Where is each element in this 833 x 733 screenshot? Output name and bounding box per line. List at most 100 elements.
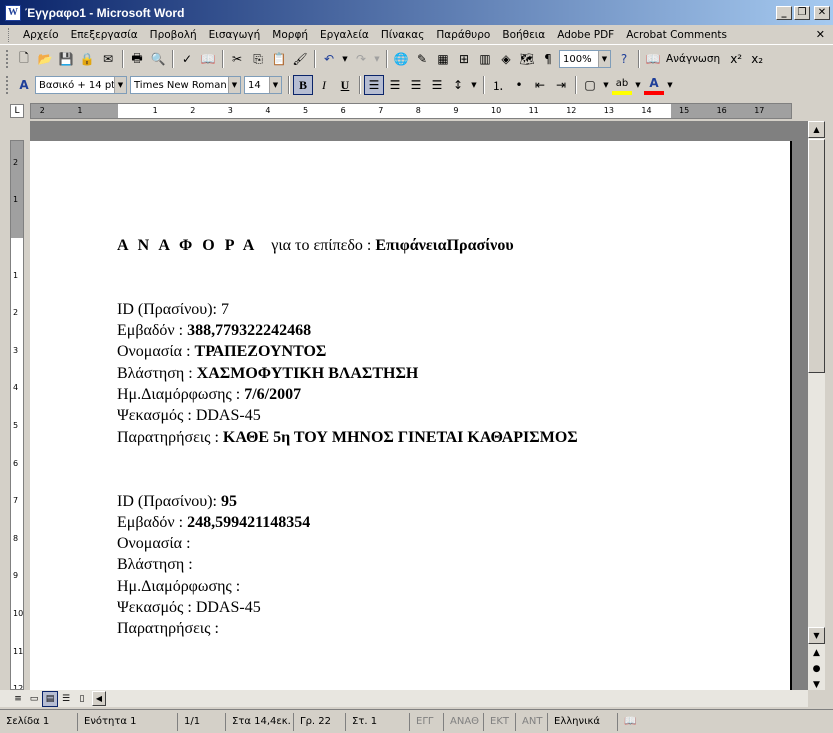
border-dropdown-icon[interactable]: ▼: [601, 75, 611, 95]
line-spacing-icon[interactable]: ↕: [448, 75, 468, 95]
word-app-icon[interactable]: W: [5, 4, 21, 21]
undo-dropdown-icon[interactable]: ▼: [340, 49, 350, 69]
increase-indent-icon[interactable]: ⇥: [551, 75, 571, 95]
horizontal-scrollbar[interactable]: ≡ ▭ ▤ ☰ ▯ ◀: [0, 690, 808, 707]
undo-icon[interactable]: ↶: [319, 49, 339, 69]
tab-selector[interactable]: L: [10, 104, 24, 118]
font-color-icon[interactable]: A: [644, 75, 664, 95]
chevron-down-icon[interactable]: ▼: [598, 51, 610, 67]
scroll-up-icon[interactable]: ▲: [808, 121, 825, 138]
menu-file[interactable]: Αρχείο: [17, 29, 65, 41]
doc-close-icon[interactable]: ✕: [816, 28, 825, 41]
insert-table-icon[interactable]: ▦: [433, 49, 453, 69]
vertical-ruler[interactable]: 2 1 1 2 3 4 5 6 7 8 9 10 11 12: [10, 140, 24, 690]
tables-borders-icon[interactable]: ✎: [412, 49, 432, 69]
status-ext[interactable]: ΕΚΤ: [484, 712, 516, 731]
read-icon[interactable]: 📖: [643, 49, 663, 69]
hyperlink-icon[interactable]: 🌐: [391, 49, 411, 69]
scroll-thumb[interactable]: [808, 139, 825, 373]
previous-page-icon[interactable]: ▲: [808, 645, 825, 661]
menu-tools[interactable]: Εργαλεία: [314, 29, 375, 41]
browse-object-icon[interactable]: ●: [808, 661, 825, 677]
normal-view-icon[interactable]: ≡: [10, 691, 26, 707]
toolbar-grip[interactable]: [6, 50, 10, 68]
print-icon[interactable]: 🖶: [127, 49, 147, 69]
border-icon[interactable]: ▢: [580, 75, 600, 95]
copy-icon[interactable]: ⎘: [248, 49, 268, 69]
spelling-icon[interactable]: ✓: [177, 49, 197, 69]
chevron-down-icon[interactable]: ▼: [269, 77, 281, 93]
bold-button[interactable]: B: [293, 75, 313, 95]
open-folder-icon[interactable]: 📂: [35, 49, 55, 69]
underline-button[interactable]: U: [335, 75, 355, 95]
drawing-icon[interactable]: ◈: [496, 49, 516, 69]
new-document-icon[interactable]: 🗋: [14, 49, 34, 69]
status-rec[interactable]: ΕΓΓ: [410, 712, 444, 731]
outline-view-icon[interactable]: ☰: [58, 691, 74, 707]
minimize-button[interactable]: _: [776, 5, 792, 20]
next-page-icon[interactable]: ▼: [808, 677, 825, 693]
insert-excel-icon[interactable]: ⊞: [454, 49, 474, 69]
superscript-icon[interactable]: x²: [726, 49, 746, 69]
close-button[interactable]: ✕: [814, 5, 830, 20]
web-layout-icon[interactable]: ▭: [26, 691, 42, 707]
document-page[interactable]: Α Ν Α Φ Ο Ρ Α για το επίπεδο : Επιφάνεια…: [30, 141, 792, 690]
menu-acrobat-comments[interactable]: Acrobat Comments: [620, 29, 733, 41]
menu-view[interactable]: Προβολή: [144, 29, 203, 41]
document-map-icon[interactable]: 🗺: [517, 49, 537, 69]
menu-grip[interactable]: [8, 27, 11, 42]
align-right-icon[interactable]: ☰: [406, 75, 426, 95]
italic-button[interactable]: I: [314, 75, 334, 95]
numbering-icon[interactable]: ⒈: [488, 75, 508, 95]
style-combo[interactable]: Βασικό + 14 pt, ▼: [35, 76, 127, 94]
menu-adobe-pdf[interactable]: Adobe PDF: [551, 29, 620, 41]
email-icon[interactable]: ✉: [98, 49, 118, 69]
columns-icon[interactable]: ▥: [475, 49, 495, 69]
line-spacing-dropdown-icon[interactable]: ▼: [469, 75, 479, 95]
show-hide-icon[interactable]: ¶: [538, 49, 558, 69]
font-combo[interactable]: Times New Roman ▼: [130, 76, 241, 94]
menu-table[interactable]: Πίνακας: [375, 29, 431, 41]
styles-formatting-icon[interactable]: A: [14, 75, 34, 95]
font-size-combo[interactable]: 14 ▼: [244, 76, 282, 94]
highlight-dropdown-icon[interactable]: ▼: [633, 75, 643, 95]
chevron-down-icon[interactable]: ▼: [228, 77, 240, 93]
font-color-dropdown-icon[interactable]: ▼: [665, 75, 675, 95]
menu-window[interactable]: Παράθυρο: [430, 29, 496, 41]
read-button-label[interactable]: Ανάγνωση: [666, 53, 720, 65]
spelling-status-icon[interactable]: 📖: [618, 713, 658, 731]
print-layout-icon[interactable]: ▤: [42, 690, 58, 707]
subscript-icon[interactable]: x₂: [747, 49, 767, 69]
print-preview-icon[interactable]: 🔍: [148, 49, 168, 69]
cut-icon[interactable]: ✂: [227, 49, 247, 69]
format-painter-icon[interactable]: 🖌: [290, 49, 310, 69]
status-ovr[interactable]: ΑΝΤ: [516, 712, 548, 731]
menu-edit[interactable]: Επεξεργασία: [65, 29, 144, 41]
status-trk[interactable]: ΑΝΑΘ: [444, 712, 484, 731]
save-icon[interactable]: 💾: [56, 49, 76, 69]
bullets-icon[interactable]: •: [509, 75, 529, 95]
document-area[interactable]: Α Ν Α Φ Ο Ρ Α για το επίπεδο : Επιφάνεια…: [30, 121, 808, 690]
decrease-indent-icon[interactable]: ⇤: [530, 75, 550, 95]
horizontal-ruler[interactable]: 2 1 1 2 3 4 5 6 7 8 9 10 11 12 13 14 15 16 17: [30, 103, 792, 119]
help-icon[interactable]: ?: [614, 49, 634, 69]
menu-help[interactable]: Βοήθεια: [496, 29, 551, 41]
toolbar-grip[interactable]: [6, 76, 10, 94]
redo-icon[interactable]: ↷: [351, 49, 371, 69]
align-center-icon[interactable]: ☰: [385, 75, 405, 95]
highlight-icon[interactable]: ab: [612, 75, 632, 95]
document-body[interactable]: Α Ν Α Φ Ο Ρ Α για το επίπεδο : Επιφάνεια…: [117, 235, 578, 640]
research-icon[interactable]: 📖: [198, 49, 218, 69]
vertical-scrollbar[interactable]: ▲ ▼ ▲ ● ▼: [808, 121, 825, 690]
chevron-down-icon[interactable]: ▼: [114, 77, 126, 93]
reading-layout-icon[interactable]: ▯: [74, 691, 90, 707]
scroll-left-icon[interactable]: ◀: [92, 691, 106, 706]
menu-format[interactable]: Μορφή: [266, 29, 314, 41]
paste-icon[interactable]: 📋: [269, 49, 289, 69]
scroll-down-icon[interactable]: ▼: [808, 627, 825, 644]
align-left-icon[interactable]: ☰: [364, 75, 384, 95]
redo-dropdown-icon[interactable]: ▼: [372, 49, 382, 69]
status-language[interactable]: Ελληνικά: [548, 712, 618, 731]
restore-button[interactable]: ❐: [794, 5, 810, 20]
justify-icon[interactable]: ☰: [427, 75, 447, 95]
